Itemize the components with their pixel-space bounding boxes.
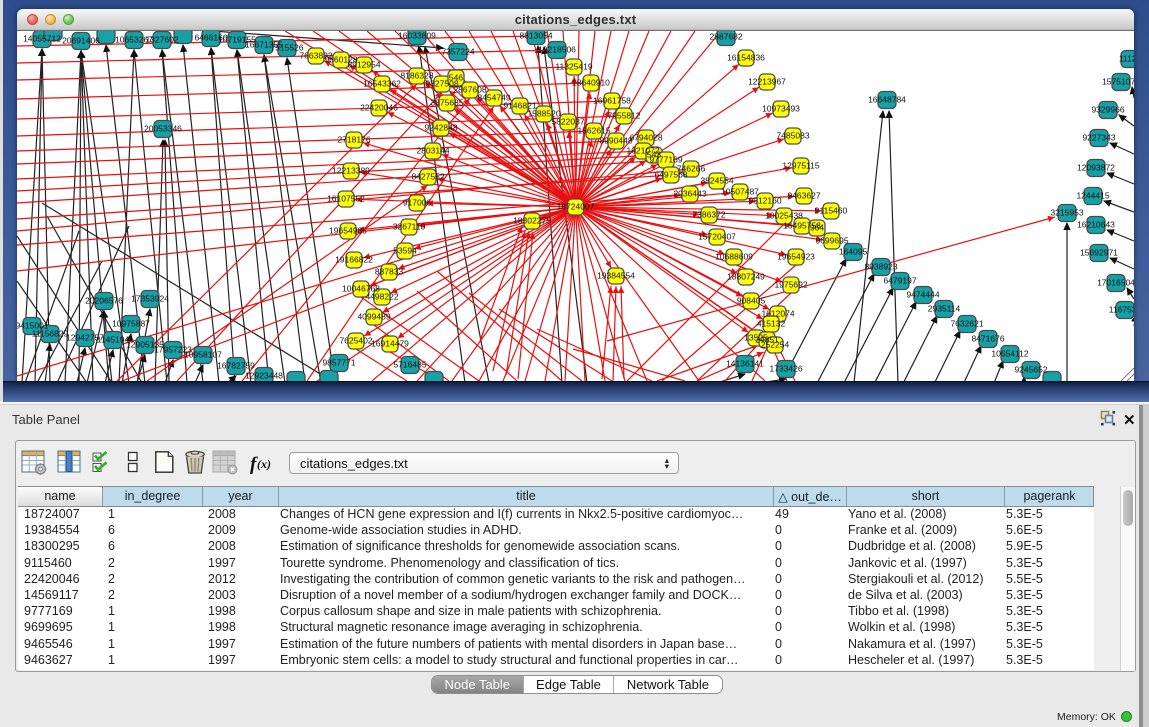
svg-text:1167534: 1167534 xyxy=(1109,305,1134,315)
svg-text:9242848: 9242848 xyxy=(424,123,457,133)
svg-text:19166822: 19166822 xyxy=(335,255,373,265)
svg-text:7357224: 7357224 xyxy=(441,47,474,57)
svg-text:19654985: 19654985 xyxy=(329,226,367,236)
svg-text:16648784: 16648784 xyxy=(868,95,906,105)
svg-text:1612074: 1612074 xyxy=(761,309,794,319)
svg-text:20053346: 20053346 xyxy=(144,124,182,134)
svg-text:10973493: 10973493 xyxy=(762,104,800,114)
svg-text:2935114: 2935114 xyxy=(928,304,961,314)
svg-text:16914479: 16914479 xyxy=(371,339,409,349)
svg-text:415132: 415132 xyxy=(757,319,786,329)
svg-text:9463627: 9463627 xyxy=(787,191,820,201)
svg-text:1733426: 1733426 xyxy=(769,364,802,374)
svg-text:3824554: 3824554 xyxy=(700,176,733,186)
svg-text:14055712: 14055712 xyxy=(23,34,61,44)
svg-text:2036443: 2036443 xyxy=(673,189,706,199)
svg-text:8938923: 8938923 xyxy=(864,262,897,272)
svg-text:6479197: 6479197 xyxy=(883,276,916,286)
svg-text:17353924: 17353924 xyxy=(131,294,169,304)
svg-text:7955812: 7955812 xyxy=(607,111,640,121)
svg-text:887833: 887833 xyxy=(375,267,404,277)
svg-text:19654923: 19654923 xyxy=(777,252,815,262)
svg-text:17016504: 17016504 xyxy=(1097,278,1134,288)
svg-text:11156829: 11156829 xyxy=(32,329,69,339)
svg-text:7485083: 7485083 xyxy=(776,131,809,141)
svg-text:9115460: 9115460 xyxy=(815,206,848,216)
svg-text:1562615: 1562615 xyxy=(577,126,610,136)
svg-text:7625402: 7625402 xyxy=(339,336,372,346)
svg-text:8427552: 8427552 xyxy=(411,172,444,182)
svg-text:20691406: 20691406 xyxy=(62,36,100,46)
svg-text:15692971: 15692971 xyxy=(1080,248,1118,258)
svg-text:19384554: 19384554 xyxy=(597,271,635,281)
svg-text:20206576: 20206576 xyxy=(85,296,123,306)
svg-text:16961758: 16961758 xyxy=(593,96,631,106)
svg-text:16782759: 16782759 xyxy=(217,361,255,371)
svg-text:5716485: 5716485 xyxy=(393,360,426,370)
svg-text:8813054: 8813054 xyxy=(519,31,552,41)
svg-text:4498222: 4498222 xyxy=(365,292,398,302)
svg-text:10025438: 10025438 xyxy=(765,211,803,221)
svg-text:16543362: 16543362 xyxy=(363,79,401,89)
svg-text:12923448: 12923448 xyxy=(245,371,283,381)
svg-text:14136141: 14136141 xyxy=(726,359,764,369)
svg-text:3267110: 3267110 xyxy=(393,222,426,232)
svg-text:16210643: 16210643 xyxy=(1077,220,1115,230)
svg-text:9474444: 9474444 xyxy=(906,290,939,300)
svg-text:3215953: 3215953 xyxy=(1050,208,1083,218)
svg-text:7632621: 7632621 xyxy=(950,319,983,329)
svg-text:16033809: 16033809 xyxy=(398,31,436,41)
svg-text:7386372: 7386372 xyxy=(692,210,725,220)
svg-text:10688609: 10688609 xyxy=(715,252,753,262)
svg-text:18724007: 18724007 xyxy=(557,202,595,212)
svg-text:10654112: 10654112 xyxy=(991,349,1028,359)
svg-text:546: 546 xyxy=(449,73,463,83)
svg-text:8990448: 8990448 xyxy=(599,136,632,146)
svg-text:18807249: 18807249 xyxy=(727,272,765,282)
svg-text:1244415: 1244415 xyxy=(1076,191,1109,201)
svg-text:10975887: 10975887 xyxy=(112,319,150,329)
svg-text:6794028: 6794028 xyxy=(629,133,662,143)
svg-text:12213967: 12213967 xyxy=(748,77,786,87)
svg-text:8912954: 8912954 xyxy=(347,60,380,70)
svg-text:1145194: 1145194 xyxy=(97,335,130,345)
svg-text:11325419: 11325419 xyxy=(555,62,592,72)
svg-text:19218506: 19218506 xyxy=(538,45,576,55)
svg-text:9227343: 9227343 xyxy=(1082,133,1115,143)
svg-text:746266: 746266 xyxy=(677,164,706,174)
svg-text:5822037: 5822037 xyxy=(551,117,584,127)
svg-text:908405: 908405 xyxy=(737,296,766,306)
svg-text:1975692: 1975692 xyxy=(774,280,807,290)
svg-text:9245652: 9245652 xyxy=(1014,365,1047,375)
svg-text:9512160: 9512160 xyxy=(748,196,781,206)
svg-text:15751074: 15751074 xyxy=(1102,77,1134,87)
svg-text:16107552: 16107552 xyxy=(327,194,365,204)
svg-text:9857771: 9857771 xyxy=(322,358,355,368)
svg-text:2718176: 2718176 xyxy=(337,135,370,145)
svg-text:22420046: 22420046 xyxy=(360,103,398,113)
svg-text:18640910: 18640910 xyxy=(572,78,610,88)
svg-text:18302275: 18302275 xyxy=(513,216,551,226)
svg-text:12975115: 12975115 xyxy=(782,161,819,171)
svg-text:12093872: 12093872 xyxy=(1077,163,1115,173)
svg-text:917006: 917006 xyxy=(403,198,432,208)
svg-text:10958107: 10958107 xyxy=(184,350,222,360)
svg-text:964: 964 xyxy=(810,223,824,233)
svg-text:53594: 53594 xyxy=(393,246,417,256)
svg-text:11123: 11123 xyxy=(1119,54,1134,64)
svg-text:8471676: 8471676 xyxy=(971,334,1004,344)
svg-text:4099489: 4099489 xyxy=(357,312,390,322)
svg-text:2887682: 2887682 xyxy=(709,32,742,42)
svg-text:9329966: 9329966 xyxy=(1091,105,1124,115)
svg-text:3875685: 3875685 xyxy=(430,98,463,108)
svg-text:164095: 164095 xyxy=(839,247,868,257)
svg-text:15720407: 15720407 xyxy=(698,232,736,242)
svg-text:12213389: 12213389 xyxy=(332,166,370,176)
svg-text:252254: 252254 xyxy=(761,340,790,350)
svg-text:1327602: 1327602 xyxy=(145,35,178,45)
svg-text:2803144: 2803144 xyxy=(416,146,449,156)
svg-text:(x): (x) xyxy=(257,457,271,471)
svg-text:16154836: 16154836 xyxy=(727,53,765,63)
svg-text:9699695: 9699695 xyxy=(815,236,848,246)
